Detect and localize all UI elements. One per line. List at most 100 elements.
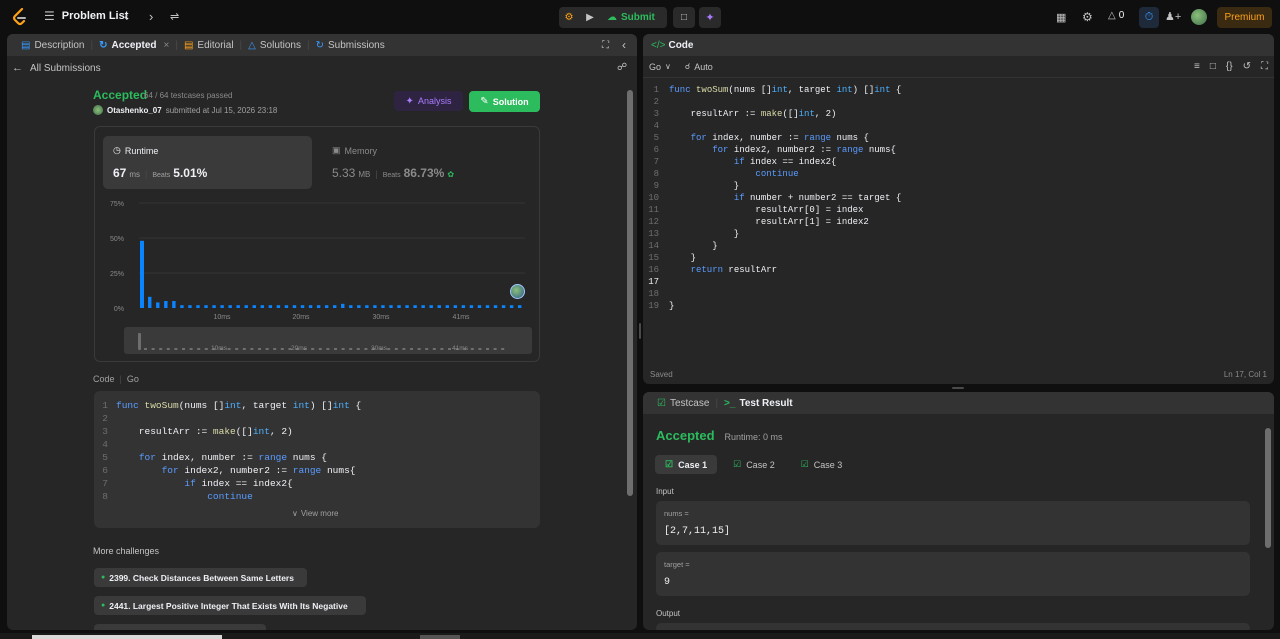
timer-button[interactable]: ⏱ [1139,7,1159,28]
maximize-icon[interactable]: ⛶ [602,40,609,51]
fullscreen-icon[interactable]: ⛶ [1261,61,1268,72]
chart-range-slider[interactable]: 10ms 20ms 30ms 41ms [124,327,532,354]
tab-description[interactable]: ▤ Description [15,34,90,57]
distribution-bar[interactable] [413,305,417,308]
distribution-bar[interactable] [308,305,313,308]
distribution-bar[interactable] [284,305,289,308]
settings-gear-icon[interactable]: ⚙ [1082,10,1093,24]
user-position-avatar[interactable] [510,284,525,299]
distribution-bar[interactable] [461,305,466,308]
distribution-bar[interactable] [509,305,514,308]
tab-accepted[interactable]: ↻ Accepted × [93,34,175,57]
runtime-box[interactable]: ◷ Runtime 67 ms | Beats 5.01% [103,136,312,189]
distribution-bar[interactable] [180,305,184,308]
distribution-bar[interactable] [172,301,176,308]
distribution-bar[interactable] [148,296,152,308]
distribution-bar[interactable] [220,305,224,308]
taskbar-item[interactable] [420,635,460,639]
panel-splitter-horizontal[interactable] [952,387,964,389]
auto-mode-toggle[interactable]: ☌ Auto [685,62,713,72]
analysis-button[interactable]: ✦ Analysis [394,91,463,111]
prev-problem-icon[interactable]: ‹ [124,9,128,24]
distribution-bar[interactable] [156,302,160,308]
streak-counter[interactable]: △ 0 [1108,10,1124,21]
distribution-bar[interactable] [212,305,216,308]
close-tab-icon[interactable]: × [164,40,170,51]
layout-grid-icon[interactable]: ▦ [1056,11,1066,24]
distribution-bar[interactable] [501,305,506,308]
bookmark-icon[interactable]: □ [1210,61,1216,72]
tab-submissions[interactable]: ↻ Submissions [310,34,391,57]
scrollbar[interactable] [627,90,633,496]
ai-button[interactable]: ✦ [699,7,721,28]
distribution-bar[interactable] [349,305,353,308]
braces-icon[interactable]: {} [1226,61,1233,72]
distribution-bar[interactable] [196,305,200,308]
taskbar-item[interactable] [32,635,222,639]
distribution-bar[interactable] [236,305,240,308]
distribution-bar[interactable] [260,305,265,308]
panel-splitter-vertical[interactable] [639,323,641,339]
distribution-bar[interactable] [228,305,232,308]
shuffle-icon[interactable]: ⇌ [170,10,179,23]
leetcode-logo[interactable] [12,8,28,26]
debug-icon[interactable]: ⚙ [559,12,579,23]
distribution-bar[interactable] [164,301,168,308]
memory-box[interactable]: ▣ Memory 5.33 MB | Beats 86.73% ✿ [322,136,531,189]
view-more-button[interactable]: ∨ View more [292,509,339,518]
premium-button[interactable]: Premium [1217,7,1272,28]
problem-list-button[interactable]: ☰ Problem List [44,9,128,23]
collapse-left-icon[interactable]: ‹ [622,38,626,52]
distribution-bar[interactable] [365,305,369,308]
challenge-item-partial[interactable] [94,624,266,630]
distribution-bar[interactable] [397,305,401,308]
distribution-bar[interactable] [357,305,361,308]
distribution-bar[interactable] [445,305,449,308]
distribution-bar[interactable] [517,305,522,308]
distribution-bar[interactable] [252,305,256,308]
distribution-bar[interactable] [373,305,377,308]
distribution-bar[interactable] [300,305,305,308]
distribution-bar[interactable] [453,305,458,308]
avatar[interactable] [1191,9,1207,25]
reset-icon[interactable]: ↺ [1243,61,1251,72]
distribution-bar[interactable] [437,305,441,308]
language-select[interactable]: Go ∨ [649,62,671,72]
next-problem-icon[interactable]: › [149,9,153,24]
distribution-bar[interactable] [429,305,433,308]
link-icon[interactable]: ☍ [617,62,627,73]
case-tab-3[interactable]: ☑ Case 3 [791,455,853,474]
distribution-bar[interactable] [381,305,385,308]
back-to-submissions[interactable]: ← All Submissions [12,62,101,74]
tab-testcase[interactable]: ☑ Testcase [651,392,715,415]
distribution-bar[interactable] [140,240,144,308]
add-friend-icon[interactable]: ♟+ [1165,10,1181,23]
distribution-bar[interactable] [405,305,409,308]
username[interactable]: Otashenko_07 [107,106,162,115]
distribution-bar[interactable] [276,305,281,308]
distribution-bar[interactable] [268,305,273,308]
distribution-bar[interactable] [341,303,345,308]
tab-test-result[interactable]: >_ Test Result [718,392,799,415]
distribution-bar[interactable] [485,305,490,308]
distribution-bar[interactable] [493,305,498,308]
distribution-bar[interactable] [333,305,337,308]
tab-editorial[interactable]: ▤ Editorial [178,34,240,57]
distribution-bar[interactable] [389,305,393,308]
case-tab-2[interactable]: ☑ Case 2 [723,455,785,474]
distribution-bar[interactable] [477,305,482,308]
run-icon[interactable]: ▶ [579,12,601,23]
user-avatar[interactable] [93,105,103,115]
distribution-bar[interactable] [324,305,329,308]
submit-button[interactable]: ☁ Submit [601,12,655,23]
distribution-bar[interactable] [188,305,192,308]
distribution-bar[interactable] [421,305,425,308]
case-tab-1[interactable]: ☑ Case 1 [655,455,718,474]
distribution-bar[interactable] [292,305,297,308]
distribution-bar[interactable] [244,305,248,308]
distribution-bar[interactable] [469,305,474,308]
distribution-bar[interactable] [204,305,208,308]
note-button[interactable]: □ [673,7,695,28]
editor-code-area[interactable]: 1 func twoSum(nums []int, target int) []i… [643,84,1274,364]
solution-button[interactable]: ✎ Solution [469,91,540,112]
